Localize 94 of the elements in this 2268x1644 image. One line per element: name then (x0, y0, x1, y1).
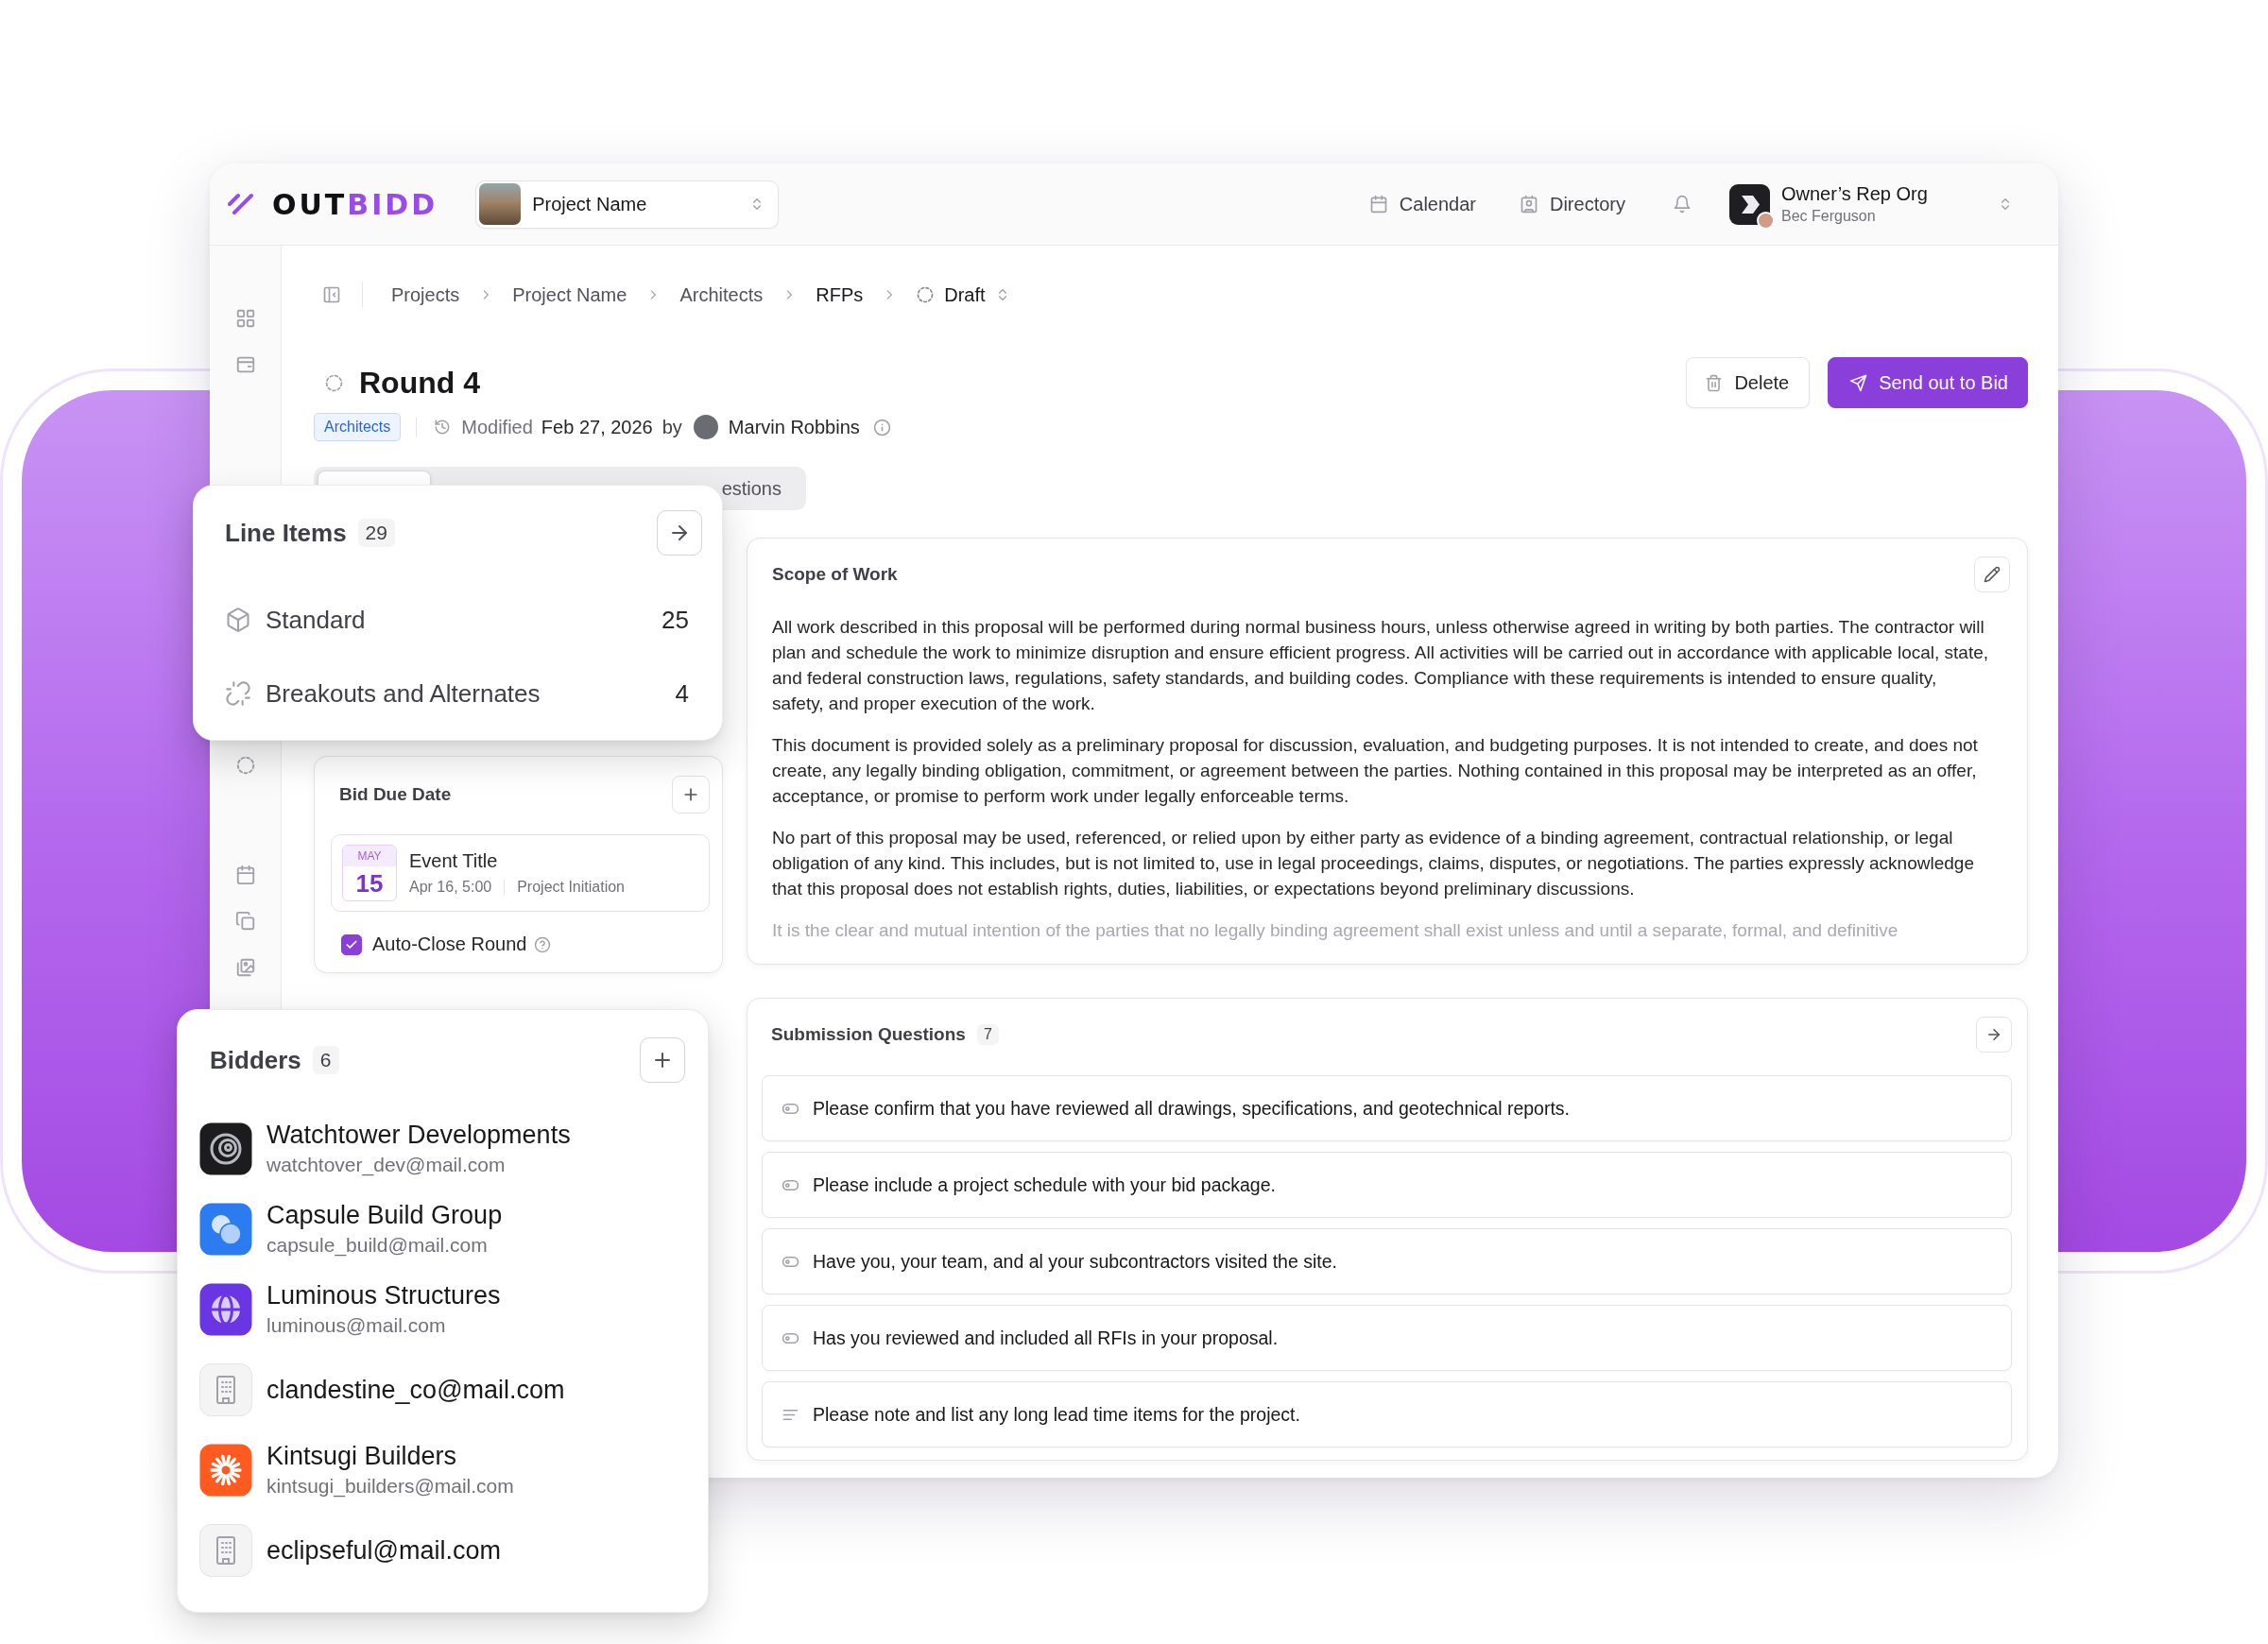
contact-card-icon (1520, 195, 1538, 214)
card-title: Bidders (210, 1045, 301, 1075)
author-name: Marvin Robbins (728, 416, 860, 438)
bidder-email[interactable]: clandestine_co@mail.com (266, 1375, 565, 1405)
event-card[interactable]: MAY 15 Event Title Apr 16, 5:00 Project Initiation (331, 834, 710, 912)
add-button[interactable] (672, 776, 710, 813)
breadcrumb-link[interactable]: Architects (679, 283, 764, 306)
project-select[interactable]: Project Name (475, 180, 780, 229)
line-item-count: 4 (675, 678, 689, 709)
tab[interactable]: estions (718, 471, 802, 506)
bidder-email: kintsugi_builders@mail.com (266, 1474, 514, 1498)
category-tag: Architects (314, 413, 402, 441)
dashed-circle-icon (916, 285, 936, 304)
paragraph: All work described in this proposal will be performed during normal business hours, unless otherwise agreed in writing by both parties. The contractor will plan and schedule the work to minimize disruption and ensure efficient progress. All activities will be carried out in accordance with applicable local, state, and federal construction laws, regulations, safety standards, and building codes. Compliance with these requirements is intended to ensure quality, safety, and proper execution of the work. (772, 616, 1990, 715)
checkbox-label: Auto-Close Round (372, 933, 527, 955)
bidder-name[interactable]: Capsule Build Group (266, 1201, 503, 1230)
delete-button[interactable]: Delete (1686, 357, 1811, 408)
cube-icon (225, 607, 251, 633)
history-icon (434, 419, 452, 436)
bidder-name[interactable]: Luminous Structures (266, 1281, 501, 1310)
bell-icon[interactable] (1673, 195, 1692, 214)
checkbox[interactable] (341, 933, 362, 955)
calendar-link[interactable]: Calendar (1368, 193, 1476, 215)
images-icon[interactable] (234, 957, 256, 978)
question-item[interactable]: Please note and list any long lead time items for the project. (762, 1381, 2012, 1447)
line-item-category[interactable]: Breakouts and Alternates (266, 678, 676, 709)
grid-icon[interactable] (234, 308, 256, 329)
pencil-icon (1984, 566, 2001, 583)
dashed-circle-icon (324, 372, 344, 393)
org-logo-icon (1729, 183, 1770, 225)
user-name: Bec Ferguson (1781, 208, 1877, 225)
question-item[interactable]: Have you, your team, and al your subcontractors visited the site. (762, 1228, 2012, 1294)
bidder-email: capsule_build@mail.com (266, 1233, 489, 1258)
question-item[interactable]: Has you reviewed and included all RFIs in your proposal. (762, 1305, 2012, 1371)
card-title: Submission Questions (771, 1024, 966, 1045)
bidder-name[interactable]: Kintsugi Builders (266, 1442, 514, 1471)
date-day: 15 (343, 866, 396, 900)
line-item-category[interactable]: Standard (266, 605, 662, 635)
calendar-icon[interactable] (234, 865, 256, 885)
date-month: MAY (343, 846, 396, 866)
paragraph: It is the clear and mutual intention of the parties that no legally binding agreement shall exist unless and until a separate, formal, and definitive (772, 919, 1899, 942)
status-dropdown[interactable]: Draft (916, 283, 1010, 306)
event-time: Apr 16, 5:00 (409, 879, 492, 896)
tray-icon[interactable] (234, 354, 256, 375)
breadcrumb-link[interactable]: Projects (391, 283, 460, 306)
logo-wordmark: OUTBIDD (272, 187, 438, 221)
item-count: 29 (357, 519, 395, 547)
copy-icon[interactable] (234, 911, 256, 932)
bidder-email: watchtover_dev@mail.com (266, 1153, 507, 1177)
arrow-right-icon (1985, 1026, 2002, 1043)
question-text: Please confirm that you have reviewed all drawings, specifications, and geotechnical reports. (813, 1097, 1570, 1120)
trash-icon (1705, 373, 1724, 392)
info-icon[interactable] (872, 418, 891, 437)
modified-date: Feb 27, 2026 (541, 416, 653, 438)
item-count: 6 (312, 1046, 339, 1074)
paragraph: This document is provided solely as a preliminary proposal for discussion, evaluation, and budgeting purposes. It is not intended to create, and does not create, any legally binding obligation, commitment, or agreement between the parties. Nothing contained in this proposal may be interpreted as an offer, acceptance, or promise to perform work under legally enforceable terms. (772, 734, 1979, 808)
question-text: Has you reviewed and included all RFIs in your proposal. (813, 1327, 1279, 1349)
edit-button[interactable] (1974, 557, 2010, 592)
add-button[interactable] (640, 1037, 685, 1083)
avatar (693, 415, 718, 439)
dashed-circle-icon[interactable] (234, 755, 256, 776)
paragraph: No part of this proposal may be used, referenced, or relied upon by either party as evidence of a binding agreement, contractual relationship, or legal obligation of any kind. This includes, but is not limited to, use in legal proceedings, claims, disputes, or negotiations. The parties expressly acknowledge that this proposal does not establish rights, duties, liabilities, or expectations beyond preliminary discussions. (772, 827, 1975, 900)
by-label: by (662, 416, 682, 438)
help-icon[interactable] (534, 935, 552, 953)
open-button[interactable] (1976, 1017, 2012, 1053)
logo-mark-icon (227, 193, 255, 215)
item-count: 7 (976, 1024, 999, 1045)
question-text: Have you, your team, and al your subcontractors visited the site. (813, 1250, 1337, 1273)
line-item-count: 25 (662, 605, 689, 635)
broken-link-icon (225, 680, 251, 707)
photo-placeholder (479, 183, 522, 225)
card-title: Line Items (225, 518, 347, 548)
question-text: Please include a project schedule with your bid package. (813, 1173, 1276, 1196)
event-title: Event Title (409, 850, 499, 872)
question-text: Please note and list any long lead time items for the project. (813, 1403, 1300, 1426)
calendar-icon (1368, 195, 1388, 214)
modified-label: Modified (461, 416, 533, 438)
sidebar-toggle-icon[interactable] (322, 285, 341, 304)
event-phase: Project Initiation (517, 879, 625, 896)
bidder-email: luminous@mail.com (266, 1313, 447, 1338)
question-item[interactable]: Please include a project schedule with your bid package. (762, 1152, 2012, 1218)
send-button[interactable]: Send out to Bid (1828, 357, 2028, 408)
org-name: Owner’s Rep Org (1781, 183, 1929, 205)
bidder-email[interactable]: eclipseful@mail.com (266, 1535, 501, 1566)
open-button[interactable] (657, 510, 702, 556)
directory-link[interactable]: Directory (1520, 193, 1625, 215)
breadcrumb-link[interactable]: Project Name (512, 283, 627, 306)
card-title: Bid Due Date (339, 784, 452, 805)
breadcrumb-link[interactable]: RFPs (816, 283, 864, 306)
paper-plane-icon (1849, 373, 1868, 392)
card-title: Scope of Work (772, 564, 898, 585)
bidder-name[interactable]: Watchtower Developments (266, 1121, 571, 1150)
question-item[interactable]: Please confirm that you have reviewed all drawings, specifications, and geotechnical reports. (762, 1075, 2012, 1141)
page-title: Round 4 (359, 365, 480, 401)
